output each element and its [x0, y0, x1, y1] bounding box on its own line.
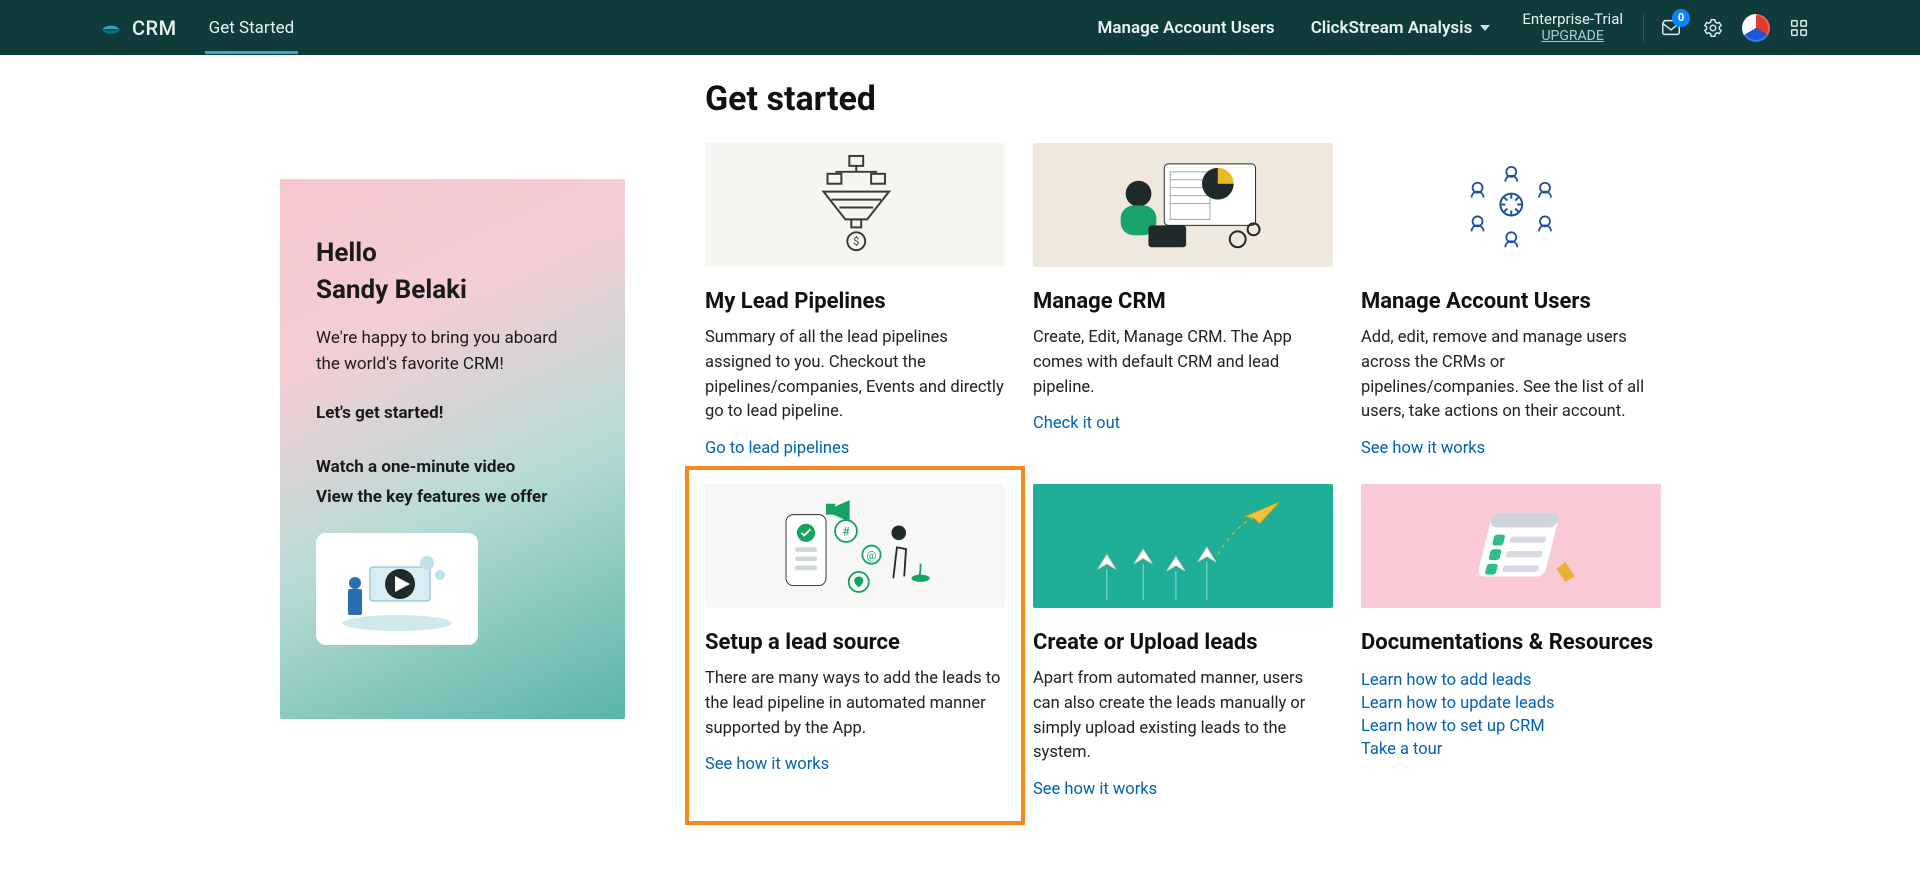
brand-name: CRM: [132, 16, 177, 40]
check-it-out-link[interactable]: Check it out: [1033, 414, 1333, 433]
learn-setup-crm-link[interactable]: Learn how to set up CRM: [1361, 717, 1661, 736]
card-setup-lead-source: # @ Setup a lead source There are many w…: [689, 470, 1021, 821]
settings-button[interactable]: [1696, 11, 1730, 45]
topbar: CRM Get Started Manage Account Users Cli…: [0, 0, 1920, 55]
see-how-users-link[interactable]: See how it works: [1361, 439, 1661, 458]
card-docs-resources-thumb: [1361, 484, 1661, 608]
cards-grid: $ My Lead Pipelines Summary of all the l…: [705, 143, 1810, 799]
card-setup-lead-source-thumb: # @: [705, 484, 1005, 608]
gear-icon: [1702, 17, 1724, 39]
learn-update-leads-link[interactable]: Learn how to update leads: [1361, 694, 1661, 713]
checklist-icon: [1420, 491, 1602, 600]
welcome-hello: Hello: [316, 237, 589, 271]
card-manage-users-thumb: [1361, 143, 1661, 267]
card-manage-crm-desc: Create, Edit, Manage CRM. The App comes …: [1033, 326, 1333, 400]
tab-get-started[interactable]: Get Started: [205, 2, 299, 54]
marketing-channels-icon: # @: [746, 491, 964, 600]
trial-status: Enterprise-Trial UPGRADE: [1522, 11, 1623, 44]
card-docs-resources: Documentations & Resources Learn how to …: [1361, 484, 1661, 799]
svg-text:@: @: [866, 550, 876, 563]
notifications-button[interactable]: 0: [1654, 11, 1688, 45]
take-a-tour-link[interactable]: Take a tour: [1361, 740, 1661, 759]
go-to-lead-pipelines-link[interactable]: Go to lead pipelines: [705, 439, 1005, 458]
card-lead-pipelines: $ My Lead Pipelines Summary of all the l…: [705, 143, 1005, 458]
card-lead-pipelines-title: My Lead Pipelines: [705, 289, 1005, 314]
users-network-icon: [1422, 150, 1601, 259]
card-setup-lead-source-desc: There are many ways to add the leads to …: [705, 667, 1005, 741]
user-avatar[interactable]: [1742, 14, 1770, 42]
card-manage-users-title: Manage Account Users: [1361, 289, 1661, 314]
apps-button[interactable]: [1782, 11, 1816, 45]
card-create-upload-leads: Create or Upload leads Apart from automa…: [1033, 484, 1333, 799]
separator: [1643, 14, 1644, 42]
card-lead-pipelines-desc: Summary of all the lead pipelines assign…: [705, 326, 1005, 425]
page-body: Hello Sandy Belaki We're happy to bring …: [0, 55, 1920, 829]
svg-text:$: $: [853, 236, 859, 249]
docs-links-list: Learn how to add leads Learn how to upda…: [1361, 667, 1661, 763]
welcome-intro: We're happy to bring you aboard the worl…: [316, 325, 576, 378]
brand-logo-icon: [100, 21, 122, 35]
card-create-upload-leads-desc: Apart from automated manner, users can a…: [1033, 667, 1333, 766]
upgrade-link[interactable]: UPGRADE: [1522, 28, 1623, 44]
funnel-icon: $: [766, 150, 945, 259]
apps-grid-icon: [1788, 17, 1810, 39]
card-manage-crm: Manage CRM Create, Edit, Manage CRM. The…: [1033, 143, 1333, 458]
svg-text:#: #: [842, 525, 850, 539]
paper-planes-icon: [1065, 491, 1301, 600]
dashboard-illustration-icon: [1079, 150, 1287, 259]
card-manage-crm-thumb: [1033, 143, 1333, 267]
see-how-create-leads-link[interactable]: See how it works: [1033, 780, 1333, 799]
card-lead-pipelines-thumb: $: [705, 143, 1005, 267]
card-docs-resources-title: Documentations & Resources: [1361, 630, 1661, 655]
page-title: Get started: [705, 79, 1810, 119]
play-illustration-icon: [322, 543, 472, 635]
notification-badge: 0: [1672, 9, 1690, 27]
card-manage-crm-title: Manage CRM: [1033, 289, 1333, 314]
watch-video-link[interactable]: Watch a one-minute video: [316, 457, 589, 477]
welcome-username: Sandy Belaki: [316, 275, 589, 305]
trial-plan-label: Enterprise-Trial: [1522, 10, 1623, 28]
main-content: Get started $ My Lead Pipelines S: [705, 77, 1810, 799]
see-how-lead-source-link[interactable]: See how it works: [705, 755, 1005, 774]
card-setup-lead-source-title: Setup a lead source: [705, 630, 1005, 655]
card-create-upload-leads-title: Create or Upload leads: [1033, 630, 1333, 655]
learn-add-leads-link[interactable]: Learn how to add leads: [1361, 671, 1661, 690]
card-manage-users: Manage Account Users Add, edit, remove a…: [1361, 143, 1661, 458]
card-manage-users-desc: Add, edit, remove and manage users acros…: [1361, 326, 1661, 425]
welcome-card: Hello Sandy Belaki We're happy to bring …: [280, 179, 625, 719]
nav-manage-account-users[interactable]: Manage Account Users: [1097, 18, 1274, 38]
nav-clickstream-analysis[interactable]: ClickStream Analysis: [1311, 18, 1491, 38]
card-create-upload-leads-thumb: [1033, 484, 1333, 608]
view-features-link[interactable]: View the key features we offer: [316, 487, 589, 507]
welcome-lets-get-started: Let's get started!: [316, 403, 589, 423]
intro-video-thumbnail[interactable]: [316, 533, 478, 645]
